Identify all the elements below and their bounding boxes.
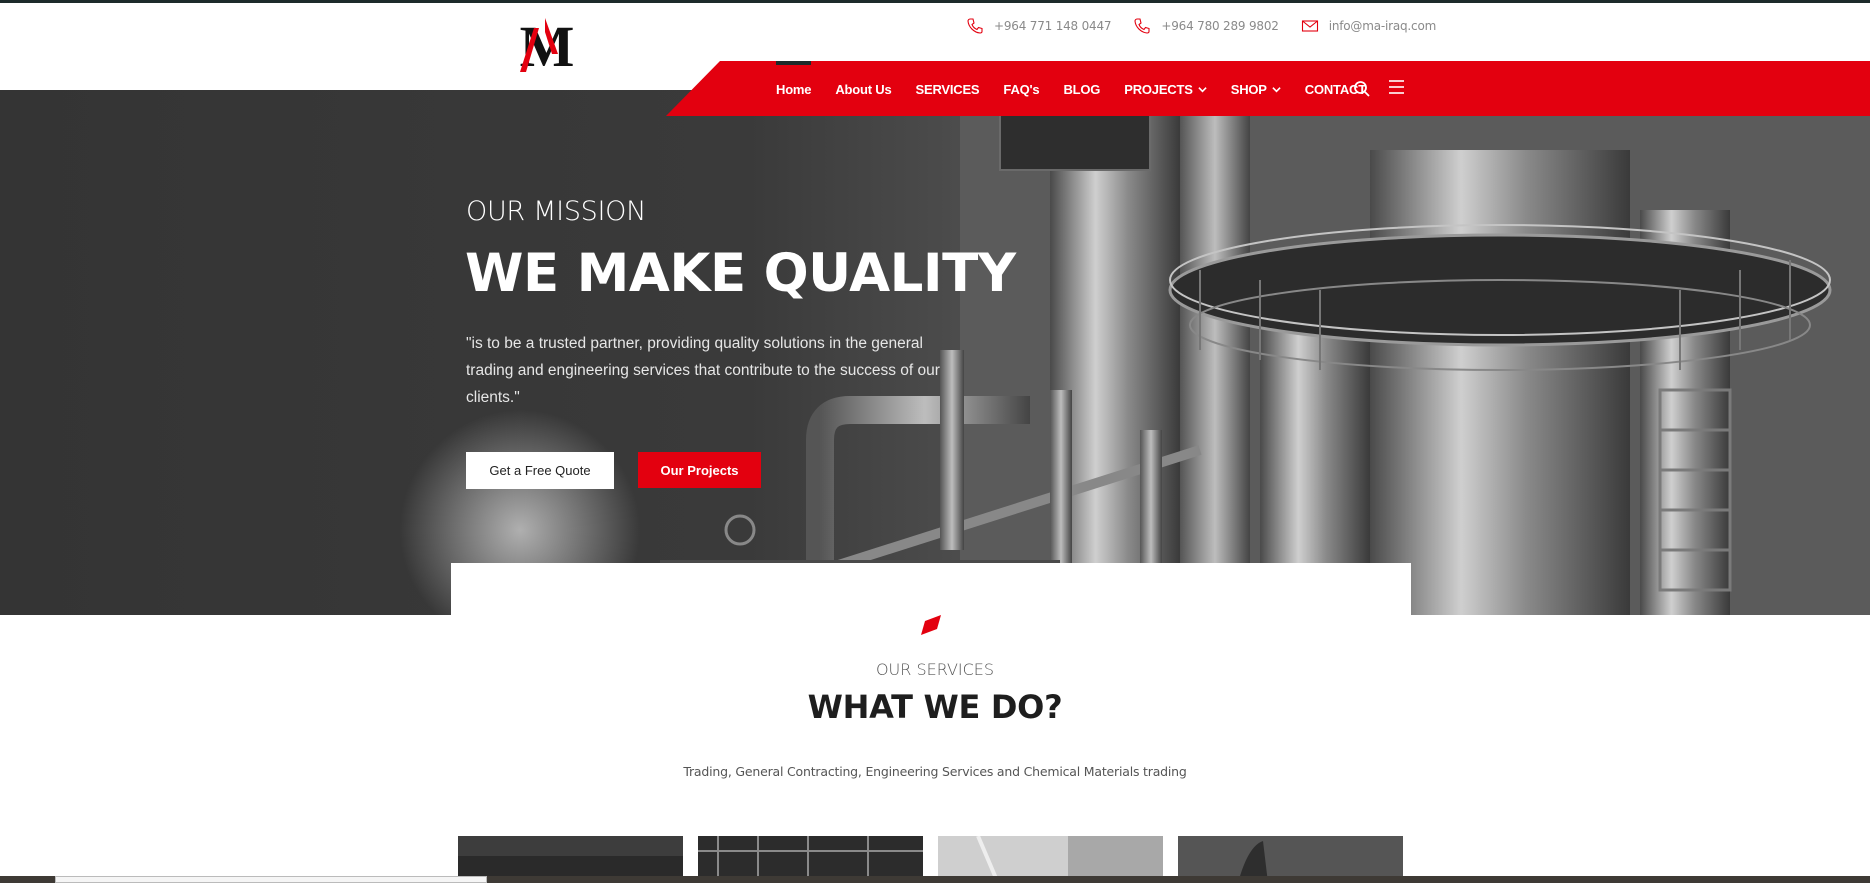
nav-item-about-us[interactable]: About Us xyxy=(835,82,891,97)
get-free-quote-button[interactable]: Get a Free Quote xyxy=(466,452,614,489)
nav-item-projects[interactable]: PROJECTS xyxy=(1124,82,1207,97)
hero-title: WE MAKE QUALITY xyxy=(465,243,1016,304)
bottom-popup-edge xyxy=(55,876,487,883)
phone-icon xyxy=(967,18,983,34)
contact-phone-2[interactable]: +964 780 289 9802 xyxy=(1133,17,1279,35)
services-description: Trading, General Contracting, Engineerin… xyxy=(683,764,1187,779)
nav-item-label: BLOG xyxy=(1063,82,1101,97)
contact-email-text: info@ma-iraq.com xyxy=(1328,19,1437,33)
contact-phone-1[interactable]: +964 771 148 0447 xyxy=(966,17,1112,35)
nav-item-services[interactable]: SERVICES xyxy=(916,82,980,97)
nav-item-label: PROJECTS xyxy=(1124,82,1193,97)
nav-active-indicator xyxy=(776,61,811,65)
mail-icon xyxy=(1301,20,1318,32)
services-title: WHAT WE DO? xyxy=(807,688,1063,726)
header-contacts: +964 771 148 0447 +964 780 289 9802 info… xyxy=(966,17,1436,35)
menu-icon[interactable] xyxy=(1387,79,1405,95)
phone-icon xyxy=(1134,18,1150,34)
chevron-down-icon xyxy=(1198,87,1207,93)
section-accent-icon xyxy=(921,615,941,635)
nav-item-blog[interactable]: BLOG xyxy=(1063,82,1100,97)
nav-item-home[interactable]: Home xyxy=(776,82,812,97)
nav-item-label: About Us xyxy=(835,82,892,97)
our-projects-button[interactable]: Our Projects xyxy=(638,452,761,488)
chevron-down-icon xyxy=(1272,87,1281,93)
contact-email[interactable]: info@ma-iraq.com xyxy=(1301,17,1436,35)
nav-item-label: SERVICES xyxy=(915,82,980,97)
nav-item-label: FAQ's xyxy=(1003,82,1040,97)
search-icon[interactable] xyxy=(1353,80,1371,98)
main-nav: Home About Us SERVICES FAQ's BLOG PROJEC… xyxy=(776,82,1390,97)
nav-item-label: SHOP xyxy=(1230,82,1267,97)
nav-item-faqs[interactable]: FAQ's xyxy=(1003,82,1039,97)
contact-phone-2-text: +964 780 289 9802 xyxy=(1161,19,1279,33)
hero-mission-text: "is to be a trusted partner, providing q… xyxy=(466,335,940,406)
company-logo[interactable]: M xyxy=(512,14,582,74)
services-subtitle: OUR SERVICES xyxy=(875,660,995,679)
hero-subtitle: OUR MISSION xyxy=(466,196,647,227)
nav-item-shop[interactable]: SHOP xyxy=(1231,82,1281,97)
nav-item-label: Home xyxy=(776,82,812,97)
top-border-strip xyxy=(0,0,1870,3)
contact-phone-1-text: +964 771 148 0447 xyxy=(994,19,1112,33)
